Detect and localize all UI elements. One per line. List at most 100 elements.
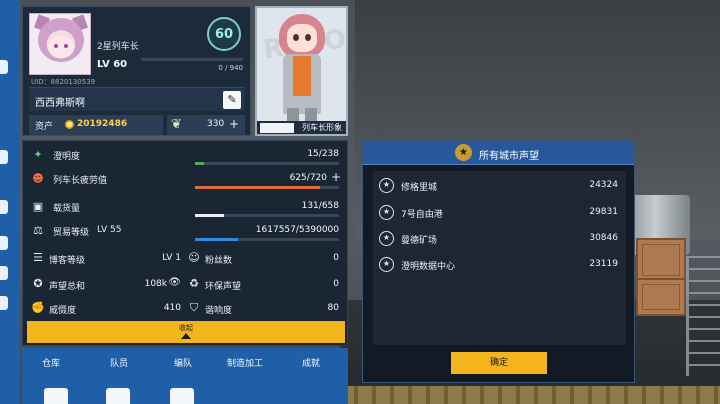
city-name: 曼德矿场 [401, 236, 438, 246]
stat-value: 15/238 [307, 149, 339, 159]
stat-value: 108k [144, 279, 167, 289]
sidebar-tab[interactable] [0, 200, 8, 214]
stat-progress-fill [195, 214, 224, 217]
portrait-logo-icon [260, 123, 294, 133]
feather-currency-row[interactable]: ❦ 330 + [167, 115, 245, 135]
fans-icon: ☺ [188, 251, 200, 264]
sidebar-tab[interactable] [0, 150, 8, 164]
confirm-button[interactable]: 确定 [451, 352, 547, 374]
cart-icon[interactable] [170, 388, 194, 404]
stat-label: 澄明度 [53, 152, 81, 162]
nav-item-warehouse[interactable]: 仓库 [24, 356, 78, 369]
stat-row-trade: ⚖ 贸易等级 LV 55 1617557/5390000 [23, 221, 349, 243]
xp-progress-bar [141, 58, 243, 61]
stat-value: 0 [333, 253, 339, 263]
ledger-icon[interactable] [106, 388, 130, 404]
cargo-icon: ▣ [32, 200, 44, 213]
blog-icon: ☰ [33, 251, 43, 264]
star-badge-icon: ★ [379, 178, 394, 193]
xp-text: 0 / 940 [218, 64, 243, 72]
sidebar-tab[interactable] [0, 60, 8, 74]
list-item: ★ 澄明数据中心 23119 [373, 254, 626, 276]
eye-icon[interactable]: 👁 [168, 277, 181, 288]
background-crate [636, 238, 686, 282]
dialog-header: ★ 所有城市声望 [363, 141, 634, 165]
city-name: 澄明数据中心 [401, 262, 456, 272]
stat-row-cargo: ▣ 载货量 131/658 [23, 197, 349, 219]
nav-item-formation[interactable]: 编队 [156, 356, 210, 369]
stat-progress-bar [195, 238, 339, 241]
stat-progress-fill [195, 238, 239, 241]
avatar[interactable] [29, 13, 91, 75]
stat-fans: ☺ 粉丝数 0 [187, 249, 339, 269]
nav-item-achievements[interactable]: 成就 [284, 356, 338, 369]
stat-reputation-total[interactable]: ✪ 声望总和 108k 👁 [31, 275, 181, 295]
star-badge-icon: ★ [379, 205, 394, 220]
list-item: ★ 7号自由港 29831 [373, 202, 626, 224]
stat-label: 贸易等级 [53, 228, 90, 238]
star-badge-icon: ✪ [33, 277, 43, 290]
nav-item-crew[interactable]: 队员 [92, 356, 146, 369]
city-value: 30846 [589, 233, 618, 243]
city-value: 23119 [589, 259, 618, 269]
conductor-portrait-card[interactable]: ROCOM 列车长形象 [255, 6, 348, 136]
collapse-label: 收起 [179, 324, 193, 332]
portrait-eye [293, 34, 299, 41]
city-value: 24324 [589, 180, 618, 190]
stat-label: 威慑度 [49, 306, 77, 316]
stat-label: 列车长疲劳值 [53, 176, 108, 186]
stat-label: 谐响度 [205, 306, 233, 316]
city-reputation-list: ★ 修格里城 24324 ★ 7号自由港 29831 ★ 曼德矿场 30846 … [373, 171, 626, 345]
assets-value: 20192486 [77, 119, 128, 129]
feather-value: 330 [207, 119, 225, 129]
bag-icon[interactable] [44, 388, 68, 404]
stats-panel: ✦ 澄明度 15/238 ☻ 列车长疲劳值 625/720 + ▣ 载货量 13… [22, 140, 348, 346]
stat-progress-bar [195, 162, 339, 165]
stat-value: 1617557/5390000 [255, 225, 339, 235]
stat-progress-fill [195, 162, 205, 165]
uid-text: UID：8820130539 [31, 78, 96, 86]
level-badge-icon: 60 [207, 17, 241, 51]
portrait-vest [293, 56, 311, 96]
stat-label: 环保声望 [205, 282, 242, 292]
rank-title: 2星列车长 [97, 42, 139, 52]
sidebar-tab[interactable] [0, 236, 8, 250]
collapse-button[interactable]: 收起 [27, 321, 345, 343]
add-fatigue-icon[interactable]: + [331, 170, 341, 184]
stat-eco-reputation: ♻ 环保声望 0 [187, 275, 339, 295]
star-badge-icon: ★ [379, 257, 394, 272]
player-name-row: 西西弗斯啊 ✎ [29, 87, 245, 111]
left-sidebar-strip [0, 0, 20, 404]
dialog-title: 所有城市声望 [479, 151, 539, 162]
stat-value: 0 [333, 279, 339, 289]
profile-panel: 2星列车长 60 LV 60 0 / 940 UID：8820130539 西西… [22, 6, 251, 136]
bottom-navigation: 仓库 队员 编队 制造加工 成就 [22, 348, 348, 404]
background-railing [686, 256, 720, 376]
nav-item-crafting[interactable]: 制造加工 [218, 356, 272, 369]
shield-icon: ⛉ [189, 301, 199, 314]
scale-icon: ⚖ [33, 224, 43, 237]
sidebar-tab[interactable] [0, 266, 8, 280]
city-name: 修格里城 [401, 183, 438, 193]
stat-value: 410 [163, 303, 181, 313]
pencil-icon: ✎ [227, 93, 237, 106]
recycle-icon: ♻ [189, 277, 199, 290]
stat-blogger-level: ☰ 博客等级 LV 1 [31, 249, 181, 269]
stat-resonance: ⛉ 谐响度 80 [187, 299, 339, 319]
add-feather-icon[interactable]: + [229, 117, 239, 131]
stat-progress-fill [195, 186, 320, 189]
trade-level: LV 55 [97, 225, 122, 235]
player-name: 西西弗斯啊 [35, 98, 85, 109]
city-name: 7号自由港 [401, 210, 443, 220]
stat-row-fatigue: ☻ 列车长疲劳值 625/720 + [23, 169, 349, 191]
stat-value: 131/658 [301, 201, 339, 211]
edit-name-button[interactable]: ✎ [223, 91, 241, 109]
avatar-eye [54, 44, 58, 48]
city-value: 29831 [589, 207, 618, 217]
sidebar-tab[interactable] [0, 296, 8, 310]
star-badge-icon: ★ [379, 231, 394, 246]
level-text: LV 60 [97, 59, 128, 70]
stat-progress-bar [195, 214, 339, 217]
stat-label: 粉丝数 [205, 256, 233, 266]
avatar-eye [64, 44, 68, 48]
